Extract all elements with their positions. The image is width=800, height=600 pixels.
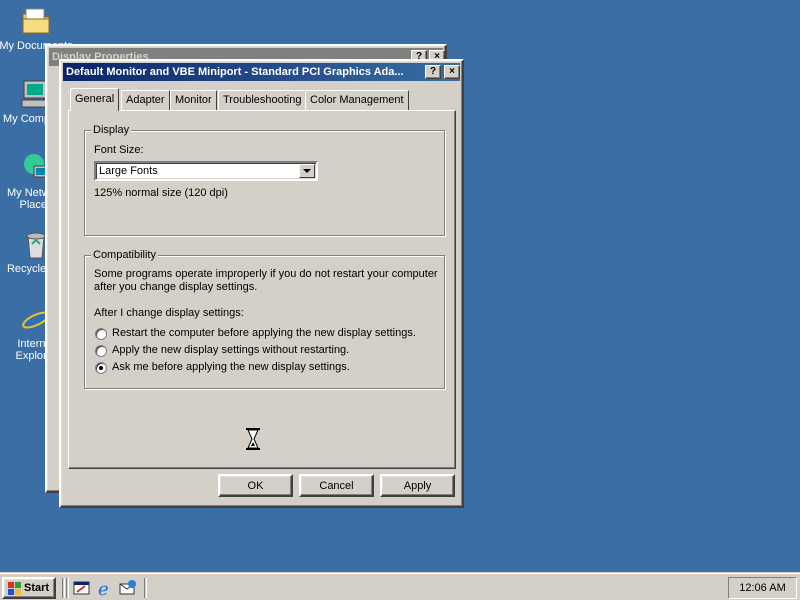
- svg-text:e: e: [98, 579, 109, 597]
- tab-general[interactable]: General: [70, 88, 120, 111]
- chevron-down-icon[interactable]: [299, 164, 315, 178]
- system-clock[interactable]: 12:06 AM: [728, 577, 797, 599]
- tab-adapter[interactable]: Adapter: [121, 90, 170, 110]
- compatibility-description-line2: after you change display settings.: [94, 281, 258, 293]
- display-group-legend: Display: [91, 124, 132, 136]
- ok-button[interactable]: OK: [218, 474, 293, 497]
- cancel-button[interactable]: Cancel: [299, 474, 374, 497]
- start-button[interactable]: Start: [2, 577, 56, 599]
- close-button[interactable]: ×: [444, 65, 460, 79]
- compatibility-description-line1: Some programs operate improperly if you …: [94, 268, 438, 280]
- apply-button[interactable]: Apply: [380, 474, 455, 497]
- radio-label: Apply the new display settings without r…: [112, 344, 350, 356]
- show-desktop-icon[interactable]: [73, 579, 91, 597]
- font-size-value: Large Fonts: [99, 165, 158, 177]
- tab-color-management[interactable]: Color Management: [305, 90, 409, 110]
- taskbar-separator: [62, 578, 65, 598]
- radio-label: Ask me before applying the new display s…: [112, 361, 350, 373]
- tab-monitor[interactable]: Monitor: [170, 90, 217, 110]
- font-size-description: 125% normal size (120 dpi): [94, 187, 228, 199]
- taskbar: Start e 12:06 AM: [0, 572, 800, 600]
- hourglass-cursor-icon: [246, 428, 260, 450]
- taskbar-separator: [144, 578, 147, 598]
- outlook-express-icon[interactable]: [119, 579, 137, 597]
- compatibility-group-legend: Compatibility: [91, 249, 158, 261]
- radio-label: Restart the computer before applying the…: [112, 327, 416, 339]
- after-change-label: After I change display settings:: [94, 307, 244, 319]
- windows-logo-icon: [8, 582, 22, 595]
- font-size-select[interactable]: Large Fonts: [94, 161, 318, 181]
- dialog-titlebar[interactable]: Default Monitor and VBE Miniport - Stand…: [63, 63, 460, 81]
- radio-button-checked[interactable]: [95, 362, 107, 374]
- radio-button[interactable]: [95, 345, 107, 357]
- start-label: Start: [24, 582, 50, 594]
- help-button[interactable]: ?: [425, 65, 441, 79]
- taskbar-separator: [66, 578, 69, 598]
- font-size-label: Font Size:: [94, 144, 144, 156]
- radio-button[interactable]: [95, 328, 107, 340]
- tab-troubleshooting[interactable]: Troubleshooting: [218, 90, 307, 110]
- folder-icon: [20, 5, 52, 37]
- internet-explorer-quicklaunch-icon[interactable]: e: [96, 579, 114, 600]
